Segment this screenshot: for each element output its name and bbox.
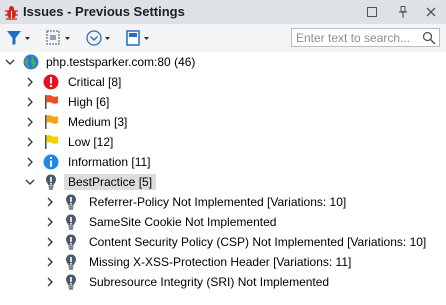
- bestpractice-icon: [66, 274, 76, 290]
- maximize-button[interactable]: [361, 3, 383, 21]
- chevron-right-icon[interactable]: [45, 237, 55, 247]
- panel-icon: [126, 30, 149, 46]
- tree-item[interactable]: Missing X-XSS-Protection Header [Variati…: [0, 252, 446, 272]
- layout-dropdown-button[interactable]: [124, 28, 152, 48]
- globe-icon: [23, 54, 39, 70]
- tree-item[interactable]: Content Security Policy (CSP) Not Implem…: [0, 232, 446, 252]
- chevron-circle-icon: [86, 30, 110, 46]
- chevron-right-icon[interactable]: [25, 137, 35, 147]
- group-icon: [46, 30, 70, 45]
- chevron-right-icon[interactable]: [45, 197, 55, 207]
- tree-group-bestpractice[interactable]: BestPractice [5]: [0, 172, 446, 192]
- critical-icon: [43, 74, 59, 90]
- item-label: Subresource Integrity (SRI) Not Implemen…: [89, 275, 330, 289]
- information-icon: [43, 154, 59, 170]
- tree-group-critical[interactable]: Critical [8]: [0, 72, 446, 92]
- bestpractice-icon: [66, 234, 76, 250]
- bestpractice-icon: [46, 174, 56, 190]
- group-label: High [6]: [68, 95, 110, 109]
- tree-item[interactable]: Subresource Integrity (SRI) Not Implemen…: [0, 272, 446, 292]
- issues-window: Issues - Previous Settings Enter text to…: [0, 0, 446, 305]
- group-label: Low [12]: [68, 135, 114, 149]
- pin-icon: [399, 6, 407, 18]
- group-label: Information [11]: [68, 155, 151, 169]
- title-bar: Issues - Previous Settings: [0, 0, 446, 25]
- tree-item[interactable]: SameSite Cookie Not Implemented: [0, 212, 446, 232]
- tree-group-high[interactable]: High [6]: [0, 92, 446, 112]
- chevron-down-icon[interactable]: [25, 177, 35, 187]
- root-label: php.testsparker.com:80 (46): [46, 55, 196, 69]
- filter-icon: [7, 31, 30, 45]
- tree-group-medium[interactable]: Medium [3]: [0, 112, 446, 132]
- bestpractice-icon: [66, 214, 76, 230]
- search-box: [291, 28, 440, 47]
- tree-root[interactable]: php.testsparker.com:80 (46): [0, 52, 446, 72]
- item-label: Referrer-Policy Not Implemented [Variati…: [89, 195, 347, 209]
- close-button[interactable]: [420, 3, 442, 21]
- high-flag-icon: [45, 95, 58, 109]
- chevron-right-icon[interactable]: [25, 77, 35, 87]
- chevron-right-icon[interactable]: [45, 217, 55, 227]
- close-icon: [426, 7, 436, 17]
- medium-flag-icon: [45, 115, 58, 129]
- chevron-right-icon[interactable]: [25, 117, 35, 127]
- bug-icon: [5, 6, 18, 20]
- search-input[interactable]: [296, 30, 416, 45]
- low-flag-icon: [45, 135, 58, 149]
- item-label: SameSite Cookie Not Implemented: [89, 215, 277, 229]
- item-label: Content Security Policy (CSP) Not Implem…: [89, 235, 427, 249]
- filter-dropdown-button[interactable]: [5, 28, 31, 48]
- group-label: Medium [3]: [68, 115, 128, 129]
- tree-item[interactable]: Referrer-Policy Not Implemented [Variati…: [0, 192, 446, 212]
- tree-group-information[interactable]: Information [11]: [0, 152, 446, 172]
- window-title: Issues - Previous Settings: [23, 4, 185, 19]
- group-label: Critical [8]: [68, 75, 122, 89]
- pin-button[interactable]: [392, 3, 414, 21]
- chevron-right-icon[interactable]: [45, 257, 55, 267]
- group-dropdown-button[interactable]: [44, 28, 72, 48]
- chevron-right-icon[interactable]: [25, 157, 35, 167]
- item-label: Missing X-XSS-Protection Header [Variati…: [89, 255, 352, 269]
- maximize-icon: [367, 7, 377, 17]
- view-dropdown-button[interactable]: [84, 28, 112, 48]
- search-icon[interactable]: [422, 31, 436, 45]
- tree-group-low[interactable]: Low [12]: [0, 132, 446, 152]
- group-label: BestPractice [5]: [64, 174, 157, 190]
- bestpractice-icon: [66, 254, 76, 270]
- chevron-down-icon[interactable]: [5, 57, 15, 67]
- chevron-right-icon[interactable]: [45, 277, 55, 287]
- chevron-right-icon[interactable]: [25, 97, 35, 107]
- bestpractice-icon: [66, 194, 76, 210]
